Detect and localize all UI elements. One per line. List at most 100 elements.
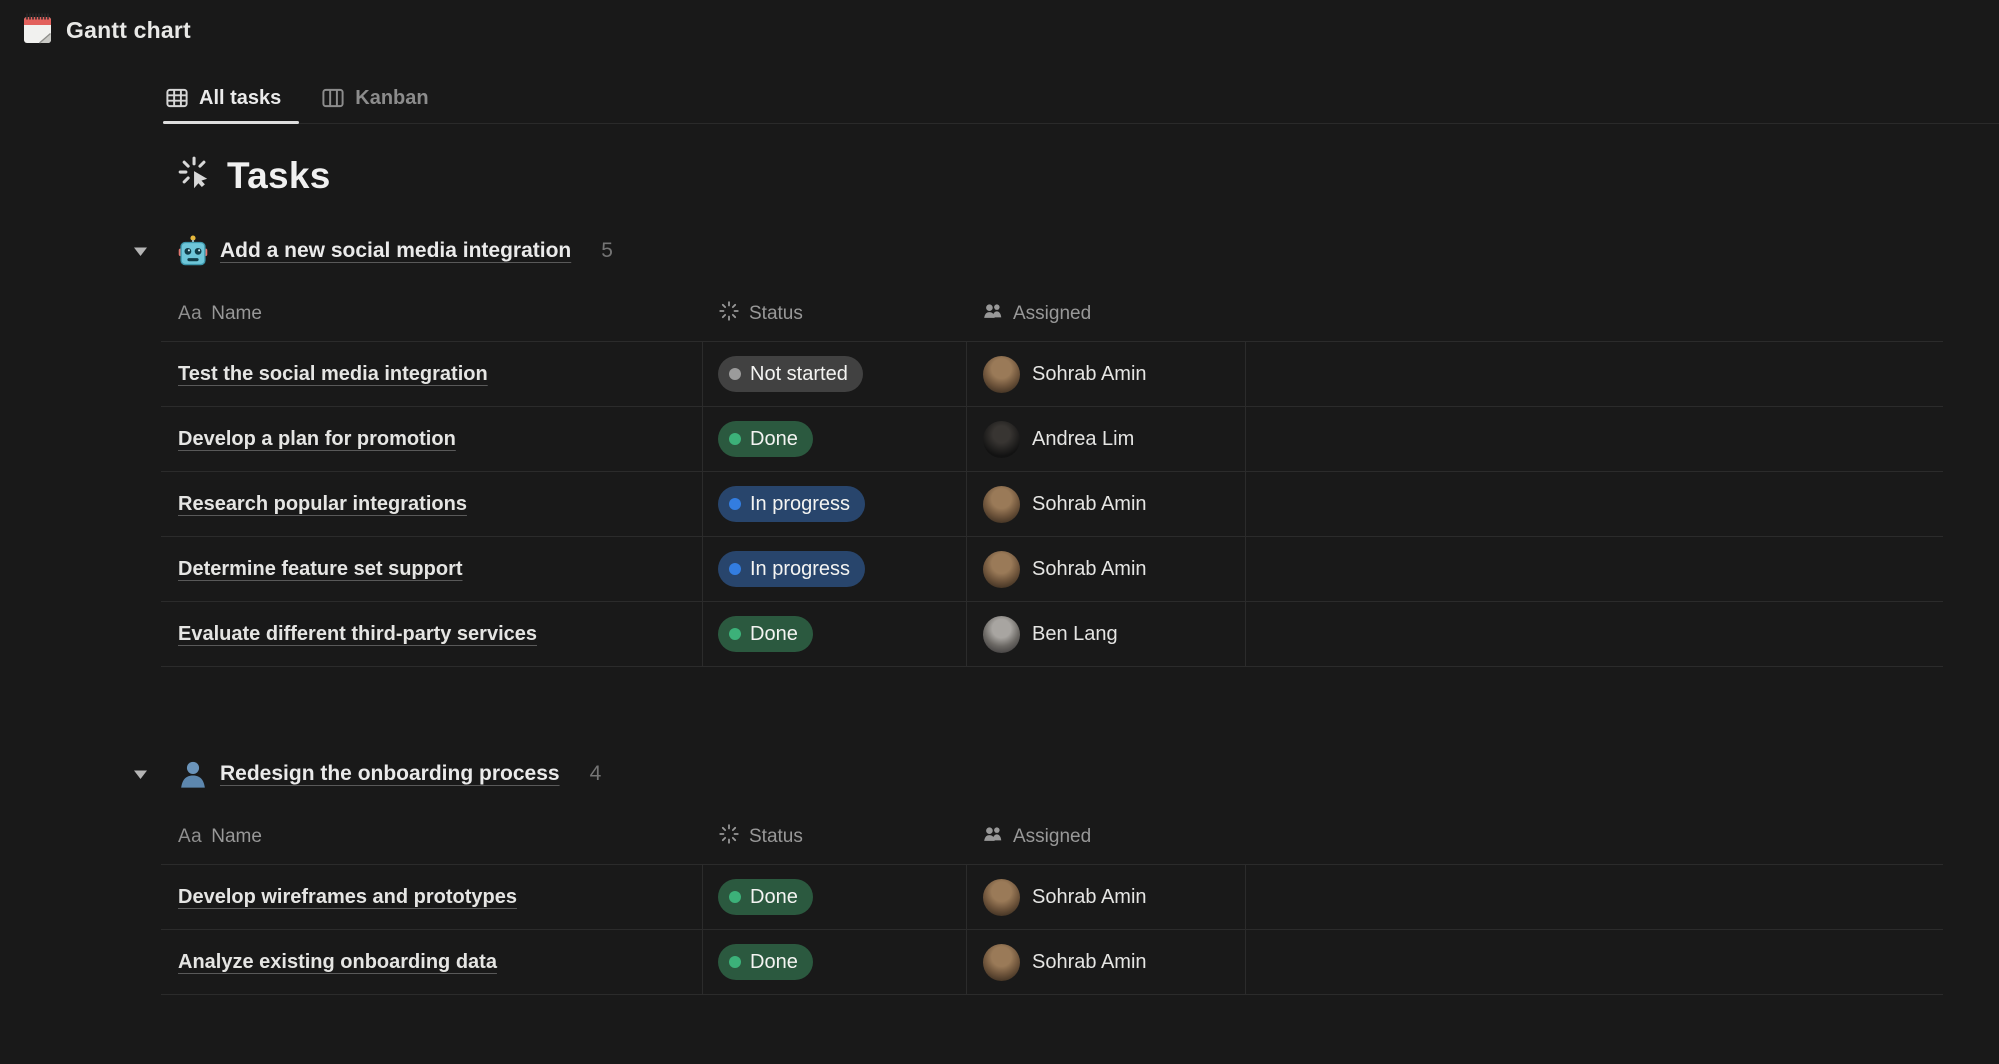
spiral-notepad-icon <box>19 10 55 51</box>
page-title: Gantt chart <box>66 17 191 44</box>
empty-cell <box>1246 342 1943 406</box>
status-label: In progress <box>750 493 850 516</box>
task-name-link[interactable]: Test the social media integration <box>178 363 488 386</box>
groups: Add a new social media integration 5 Aa … <box>0 231 1999 995</box>
status-badge[interactable]: Not started <box>718 356 863 392</box>
group-title[interactable]: Add a new social media integration <box>220 239 571 263</box>
status-cell[interactable]: Done <box>703 407 967 471</box>
status-label: Not started <box>750 363 848 386</box>
assignee-name: Ben Lang <box>1032 623 1118 646</box>
assignee-name: Sohrab Amin <box>1032 363 1147 386</box>
name-cell[interactable]: Research popular integrations <box>161 472 703 536</box>
name-cell[interactable]: Develop wireframes and prototypes <box>161 865 703 929</box>
task-name-link[interactable]: Develop a plan for promotion <box>178 428 456 451</box>
empty-cell <box>1246 602 1943 666</box>
group-title[interactable]: Redesign the onboarding process <box>220 762 560 786</box>
tab-kanban[interactable]: Kanban <box>319 86 446 123</box>
collapse-toggle-icon[interactable] <box>133 769 148 780</box>
view-tabs: All tasks Kanban <box>163 86 1999 124</box>
column-header-assigned[interactable]: Assigned <box>967 810 1246 864</box>
assigned-cell[interactable]: Sohrab Amin <box>967 930 1246 994</box>
empty-cell <box>1246 930 1943 994</box>
person-bust-icon <box>176 757 210 791</box>
status-dot-icon <box>729 891 741 903</box>
assigned-cell[interactable]: Sohrab Amin <box>967 537 1246 601</box>
task-name-link[interactable]: Determine feature set support <box>178 558 463 581</box>
assignee-name: Sohrab Amin <box>1032 886 1147 909</box>
task-name-link[interactable]: Analyze existing onboarding data <box>178 951 497 974</box>
avatar <box>983 486 1020 523</box>
board-icon <box>321 86 345 110</box>
status-burst-icon <box>718 300 740 328</box>
text-property-icon: Aa <box>178 303 202 325</box>
avatar <box>983 356 1020 393</box>
database-title: Tasks <box>227 155 331 197</box>
status-cell[interactable]: Done <box>703 602 967 666</box>
assigned-cell[interactable]: Sohrab Amin <box>967 472 1246 536</box>
name-cell[interactable]: Analyze existing onboarding data <box>161 930 703 994</box>
name-cell[interactable]: Test the social media integration <box>161 342 703 406</box>
table-row[interactable]: Evaluate different third-party services … <box>161 602 1943 667</box>
collapse-toggle-icon[interactable] <box>133 246 148 257</box>
status-label: In progress <box>750 558 850 581</box>
column-header-status[interactable]: Status <box>703 810 967 864</box>
tab-all-tasks[interactable]: All tasks <box>163 86 299 123</box>
status-cell[interactable]: Done <box>703 865 967 929</box>
table-icon <box>165 86 189 110</box>
assignee-name: Sohrab Amin <box>1032 558 1147 581</box>
table-row[interactable]: Develop a plan for promotion Done Andrea… <box>161 407 1943 472</box>
robot-icon <box>176 234 210 268</box>
status-dot-icon <box>729 956 741 968</box>
column-header-name[interactable]: Aa Name <box>161 287 703 341</box>
avatar <box>983 616 1020 653</box>
assigned-cell[interactable]: Ben Lang <box>967 602 1246 666</box>
rows: Develop wireframes and prototypes Done S… <box>161 865 1943 995</box>
name-cell[interactable]: Determine feature set support <box>161 537 703 601</box>
task-group: Add a new social media integration 5 Aa … <box>0 231 1999 667</box>
group-count: 5 <box>601 239 613 263</box>
status-badge[interactable]: Done <box>718 421 813 457</box>
avatar <box>983 421 1020 458</box>
table-header-row: Aa Name Status <box>161 287 1943 342</box>
assigned-cell[interactable]: Andrea Lim <box>967 407 1246 471</box>
status-cell[interactable]: In progress <box>703 472 967 536</box>
status-cell[interactable]: Done <box>703 930 967 994</box>
people-icon <box>982 300 1004 328</box>
column-header-status[interactable]: Status <box>703 287 967 341</box>
table-row[interactable]: Determine feature set support In progres… <box>161 537 1943 602</box>
status-badge[interactable]: In progress <box>718 486 865 522</box>
table-row[interactable]: Test the social media integration Not st… <box>161 342 1943 407</box>
status-burst-icon <box>718 823 740 851</box>
name-cell[interactable]: Develop a plan for promotion <box>161 407 703 471</box>
assigned-cell[interactable]: Sohrab Amin <box>967 342 1246 406</box>
status-badge[interactable]: Done <box>718 944 813 980</box>
status-cell[interactable]: Not started <box>703 342 967 406</box>
task-name-link[interactable]: Research popular integrations <box>178 493 467 516</box>
assignee-name: Andrea Lim <box>1032 428 1134 451</box>
group-count: 4 <box>590 762 602 786</box>
table-row[interactable]: Research popular integrations In progres… <box>161 472 1943 537</box>
status-cell[interactable]: In progress <box>703 537 967 601</box>
tab-label: All tasks <box>199 87 281 110</box>
tab-label: Kanban <box>355 87 428 110</box>
avatar <box>983 944 1020 981</box>
empty-cell <box>1246 407 1943 471</box>
table-header-row: Aa Name Status <box>161 810 1943 865</box>
status-label: Done <box>750 623 798 646</box>
status-badge[interactable]: Done <box>718 879 813 915</box>
rows: Test the social media integration Not st… <box>161 342 1943 667</box>
click-burst-icon <box>176 154 214 197</box>
assignee-name: Sohrab Amin <box>1032 493 1147 516</box>
name-cell[interactable]: Evaluate different third-party services <box>161 602 703 666</box>
task-name-link[interactable]: Develop wireframes and prototypes <box>178 886 517 909</box>
task-table: Aa Name Status <box>161 287 1943 667</box>
assigned-cell[interactable]: Sohrab Amin <box>967 865 1246 929</box>
status-badge[interactable]: Done <box>718 616 813 652</box>
column-header-name[interactable]: Aa Name <box>161 810 703 864</box>
status-label: Done <box>750 886 798 909</box>
table-row[interactable]: Analyze existing onboarding data Done So… <box>161 930 1943 995</box>
table-row[interactable]: Develop wireframes and prototypes Done S… <box>161 865 1943 930</box>
task-name-link[interactable]: Evaluate different third-party services <box>178 623 537 646</box>
column-header-assigned[interactable]: Assigned <box>967 287 1246 341</box>
status-badge[interactable]: In progress <box>718 551 865 587</box>
